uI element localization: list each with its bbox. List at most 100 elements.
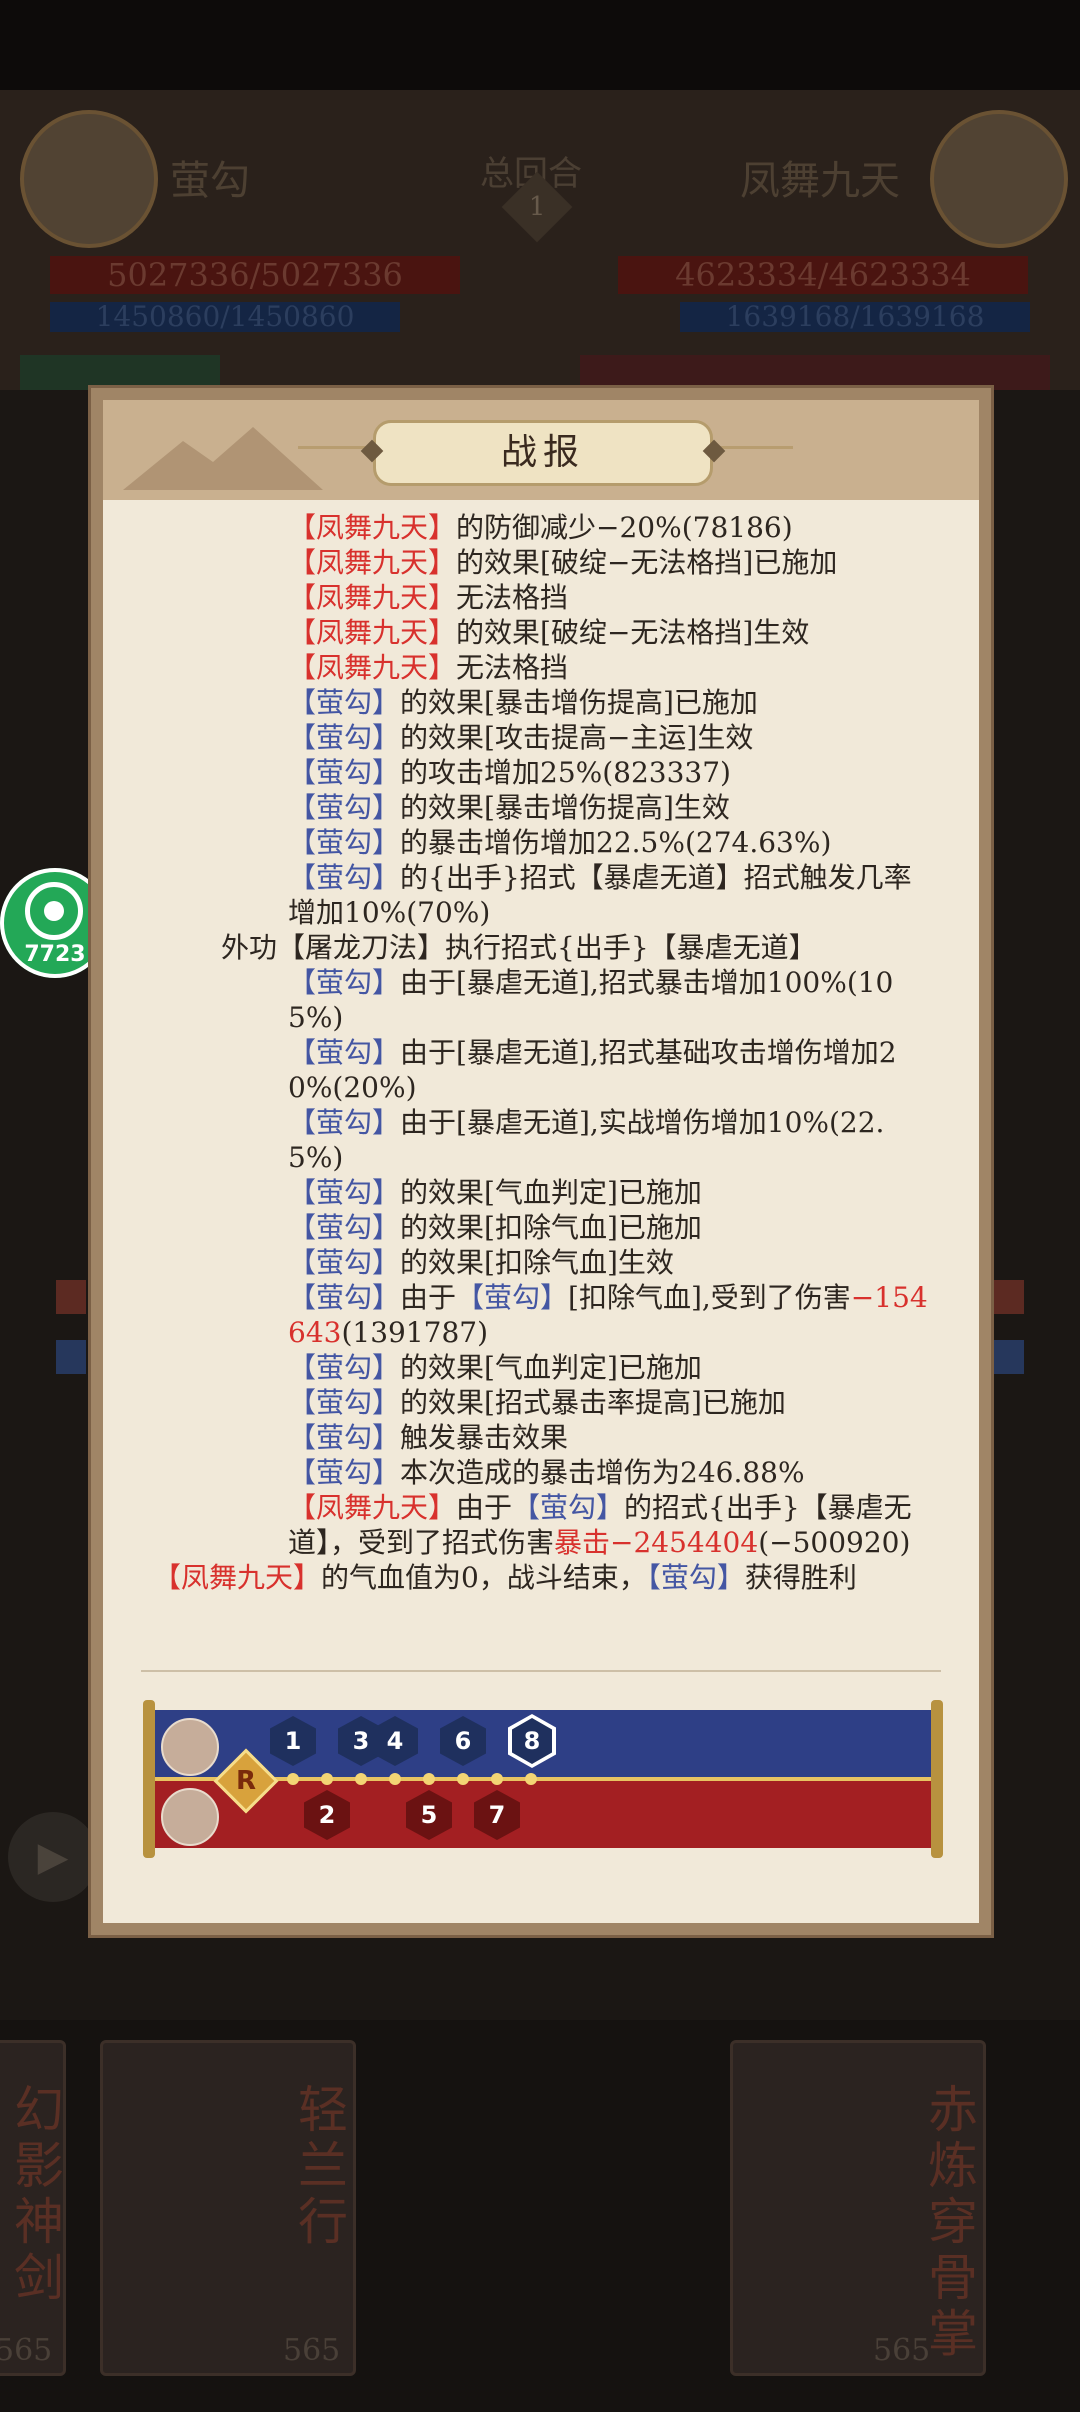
log-line: 【萤勾】触发暴击效果	[153, 1420, 939, 1455]
log-line: 【萤勾】的效果[气血判定]已施加	[153, 1175, 939, 1210]
play-icon[interactable]: ▶	[8, 1812, 98, 1902]
combatant-name: 【凤舞九天】	[288, 651, 457, 684]
combatant-name: 【凤舞九天】	[288, 616, 457, 649]
log-line: 【萤勾】由于[暴虐无道],招式暴击增加100%(105%)	[153, 965, 939, 1035]
combatant-name: 【萤勾】	[288, 1351, 401, 1384]
log-line: 【凤舞九天】的效果[破绽−无法格挡]已施加	[153, 545, 939, 580]
skill-card[interactable]: 幻影神剑 565	[0, 2040, 66, 2376]
dialog-header: 战报	[103, 400, 979, 500]
log-text: 由于	[456, 1491, 513, 1524]
timeline-dot	[457, 1773, 469, 1785]
log-line: 【凤舞九天】的效果[破绽−无法格挡]生效	[153, 615, 939, 650]
left-hp-bar: 5027336/5027336	[50, 256, 460, 294]
left-mp-bar: 1450860/1450860	[50, 302, 400, 332]
combatant-name: 【萤勾】	[288, 1211, 401, 1244]
combatant-name: 【萤勾】	[456, 1281, 569, 1314]
log-text: 的效果[攻击提高−主运]生效	[400, 721, 754, 754]
log-text: 外功【屠龙刀法】执行招式{出手}【暴虐无道】	[221, 931, 817, 964]
combatant-name: 【凤舞九天】	[288, 581, 457, 614]
log-line: 【萤勾】的效果[暴击增伤提高]生效	[153, 790, 939, 825]
combatant-name: 【萤勾】	[288, 1456, 401, 1489]
skill-card-cost: 565	[283, 2333, 341, 2368]
combatant-name: 【萤勾】	[288, 1176, 401, 1209]
log-text: 的效果[破绽−无法格挡]生效	[456, 616, 810, 649]
log-text: (−500920)	[758, 1526, 911, 1559]
combatant-name: 【萤勾】	[288, 1246, 401, 1279]
log-text: 的防御减少−20%(78186)	[456, 511, 793, 544]
combatant-name: 【凤舞九天】	[153, 1561, 322, 1594]
combatant-name: 【萤勾】	[288, 1421, 401, 1454]
right-side-hp-marker	[994, 1280, 1024, 1314]
log-line: 【萤勾】由于【萤勾】[扣除气血],受到了伤害−154643(1391787)	[153, 1280, 939, 1350]
log-line: 【萤勾】的效果[攻击提高−主运]生效	[153, 720, 939, 755]
log-line: 【凤舞九天】的气血值为0，战斗结束，【萤勾】获得胜利	[153, 1560, 939, 1595]
log-line: 【凤舞九天】无法格挡	[153, 650, 939, 685]
battle-log[interactable]: 【凤舞九天】的防御减少−20%(78186) 【凤舞九天】的效果[破绽−无法格挡]…	[153, 510, 939, 1660]
battle-report-panel: 战报 【凤舞九天】的防御减少−20%(78186) 【凤舞九天】的效果[破绽−无法…	[103, 400, 979, 1923]
timeline-red-track	[155, 1780, 931, 1848]
log-text: 本次造成的暴击增伤为246.88%	[400, 1456, 805, 1489]
right-player-name: 凤舞九天	[740, 158, 900, 204]
timeline-dot	[491, 1773, 503, 1785]
log-text: 的效果[暴击增伤提高]已施加	[400, 686, 758, 719]
log-text: 获得胜利	[744, 1561, 857, 1594]
turn-timeline: R 13468257	[143, 1700, 943, 1858]
dialog-title: 战报	[373, 420, 713, 486]
log-text: 的效果[暴击增伤提高]生效	[400, 791, 730, 824]
red-player-face-icon	[161, 1788, 219, 1846]
timeline-dot	[525, 1773, 537, 1785]
right-side-mp-marker	[994, 1340, 1024, 1374]
combatant-name: 【凤舞九天】	[288, 1491, 457, 1524]
timeline-post-left	[143, 1700, 155, 1858]
skill-card[interactable]: 轻兰行 565	[100, 2040, 356, 2376]
log-text: 的效果[破绽−无法格挡]已施加	[456, 546, 838, 579]
left-player-avatar	[20, 110, 158, 248]
skill-card-title: 幻影神剑	[6, 2083, 64, 2307]
log-line: 【萤勾】的效果[暴击增伤提高]已施加	[153, 685, 939, 720]
combatant-name: 【萤勾】	[512, 1491, 625, 1524]
log-text: 触发暴击效果	[400, 1421, 569, 1454]
combatant-name: 【萤勾】	[288, 686, 401, 719]
log-line: 【萤勾】的攻击增加25%(823337)	[153, 755, 939, 790]
log-text: [扣除气血],受到了伤害	[568, 1281, 851, 1314]
combatant-name: 【萤勾】	[288, 1281, 401, 1314]
timeline-dot	[287, 1773, 299, 1785]
timeline-dot	[423, 1773, 435, 1785]
combatant-name: 暴击−2454404	[554, 1526, 759, 1559]
log-line: 【凤舞九天】无法格挡	[153, 580, 939, 615]
log-line: 【凤舞九天】由于【萤勾】的招式{出手}【暴虐无道】，受到了招式伤害暴击−2454…	[153, 1490, 939, 1560]
log-line: 【萤勾】的效果[招式暴击率提高]已施加	[153, 1385, 939, 1420]
log-line: 【萤勾】的效果[扣除气血]已施加	[153, 1210, 939, 1245]
left-side-mp-marker	[56, 1340, 86, 1374]
log-text: 的效果[招式暴击率提高]已施加	[400, 1386, 786, 1419]
timeline-post-right	[931, 1700, 943, 1858]
log-text: 由于	[400, 1281, 457, 1314]
skill-card-cost: 565	[873, 2333, 931, 2368]
skill-card[interactable]: 赤炼穿骨掌 565	[730, 2040, 986, 2376]
battle-header-bg	[0, 90, 1080, 390]
log-text: 无法格挡	[456, 651, 569, 684]
battle-report-dialog: 战报 【凤舞九天】的防御减少−20%(78186) 【凤舞九天】的效果[破绽−无法…	[88, 385, 994, 1938]
log-text: 的攻击增加25%(823337)	[400, 756, 731, 789]
skill-card-cost: 565	[0, 2333, 53, 2368]
log-line: 【萤勾】的效果[气血判定]已施加	[153, 1350, 939, 1385]
combatant-name: 【萤勾】	[288, 1106, 401, 1139]
timeline-dot	[355, 1773, 367, 1785]
combatant-name: 【萤勾】	[288, 1036, 401, 1069]
combatant-name: 【萤勾】	[288, 966, 401, 999]
log-text: 的效果[扣除气血]生效	[400, 1246, 674, 1279]
skill-card-title: 轻兰行	[290, 2083, 348, 2251]
combatant-name: 【萤勾】	[288, 1386, 401, 1419]
combatant-name: 【萤勾】	[288, 756, 401, 789]
timeline-dot	[389, 1773, 401, 1785]
log-line: 外功【屠龙刀法】执行招式{出手}【暴虐无道】	[153, 930, 939, 965]
log-text: 的暴击增伤增加22.5%(274.63%)	[400, 826, 832, 859]
log-line: 【萤勾】的{出手}招式【暴虐无道】招式触发几率增加10%(70%)	[153, 860, 939, 930]
log-line: 【萤勾】的暴击增伤增加22.5%(274.63%)	[153, 825, 939, 860]
log-line: 【凤舞九天】的防御减少−20%(78186)	[153, 510, 939, 545]
log-line: 【萤勾】由于[暴虐无道],实战增伤增加10%(22.5%)	[153, 1105, 939, 1175]
log-text: (1391787)	[341, 1316, 489, 1349]
log-line: 【萤勾】的效果[扣除气血]生效	[153, 1245, 939, 1280]
log-divider	[141, 1670, 941, 1672]
cloud-swirl-decoration	[713, 446, 793, 449]
